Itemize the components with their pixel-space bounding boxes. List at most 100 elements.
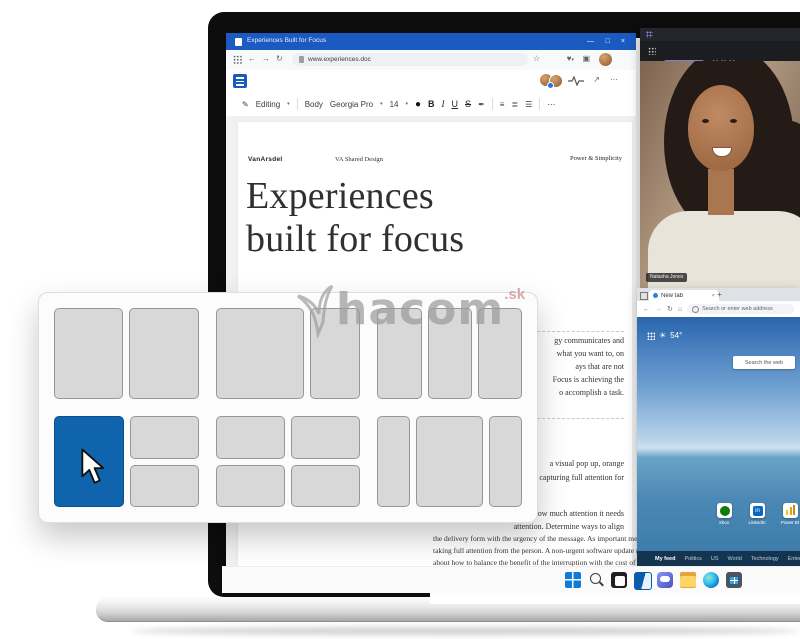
nav-entertainment[interactable]: Entertainment: [788, 556, 800, 562]
underline-button[interactable]: U: [452, 99, 459, 109]
home-icon[interactable]: ⌂: [678, 306, 682, 313]
new-tab-button[interactable]: +: [717, 290, 722, 299]
extensions-icon[interactable]: ▣: [582, 54, 590, 64]
style-select[interactable]: Body: [305, 100, 323, 109]
tile-powerbi[interactable]: [783, 503, 798, 518]
italic-button[interactable]: I: [442, 99, 445, 109]
maximize-button[interactable]: □: [606, 37, 610, 46]
window-menu-icon[interactable]: [640, 292, 648, 300]
align-icon[interactable]: ☰: [525, 100, 532, 109]
font-select[interactable]: Georgia Pro: [330, 100, 373, 109]
snap-cell[interactable]: [130, 416, 198, 459]
snap-cell[interactable]: [54, 308, 123, 399]
nav-world[interactable]: World: [728, 556, 742, 562]
doc-text-line: taking full attention from the person. A…: [433, 546, 633, 555]
numbered-list-icon[interactable]: ≣: [511, 100, 518, 109]
participant-face: [688, 85, 754, 171]
weather-widget[interactable]: ☀ 54°: [647, 331, 682, 340]
nav-technology[interactable]: Technology: [751, 556, 779, 562]
snap-cell[interactable]: [310, 308, 360, 399]
edge-icon[interactable]: [703, 572, 719, 588]
snap-cell[interactable]: [478, 308, 522, 399]
snap-cell[interactable]: [489, 416, 522, 507]
nav-politics[interactable]: Politics: [684, 556, 701, 562]
snap-option-center-large[interactable]: [377, 416, 522, 507]
tile-linkedin[interactable]: in: [750, 503, 765, 518]
browser-essentials-icon[interactable]: ♥▾: [567, 54, 574, 65]
share-icon[interactable]: ↗: [593, 75, 600, 85]
apps-waffle-icon[interactable]: [233, 55, 242, 64]
snap-cell[interactable]: [377, 416, 410, 507]
tab-close-icon[interactable]: ×: [712, 293, 715, 299]
font-size-select[interactable]: 14: [390, 100, 399, 109]
store-icon[interactable]: [726, 572, 742, 588]
forward-icon[interactable]: →: [655, 306, 662, 313]
search-icon[interactable]: [590, 573, 601, 584]
snap-cell[interactable]: [130, 465, 198, 508]
word-tab-title[interactable]: Experiences Built for Focus: [247, 37, 326, 44]
document-heading-line2: built for focus: [246, 217, 464, 261]
back-icon[interactable]: ←: [248, 54, 256, 64]
word-titlebar[interactable]: Experiences Built for Focus — □ ×: [226, 33, 636, 50]
snap-cell[interactable]: [216, 416, 285, 459]
more-options-icon[interactable]: ⋯: [610, 75, 618, 85]
teams-chat-icon[interactable]: [657, 572, 673, 588]
close-button[interactable]: ×: [621, 37, 625, 46]
msn-newtab-page: ☀ 54° Search the web Xbox in LinkedIn Po…: [637, 317, 800, 551]
snap-cell[interactable]: [377, 308, 421, 399]
call-titlebar[interactable]: [640, 28, 800, 41]
refresh-icon[interactable]: ↻: [667, 305, 673, 313]
bullet-list-icon[interactable]: ≡: [500, 100, 505, 109]
snap-cell[interactable]: [291, 416, 360, 459]
word-app-icon[interactable]: [233, 74, 247, 88]
tile-xbox[interactable]: [717, 503, 732, 518]
tab-favicon: [653, 293, 658, 298]
back-icon[interactable]: ←: [643, 306, 650, 313]
snap-option-quadrants[interactable]: [216, 416, 361, 507]
snap-cell[interactable]: [291, 465, 360, 508]
forward-icon[interactable]: →: [262, 54, 270, 64]
ink-pen-icon[interactable]: ✒: [478, 100, 485, 109]
snap-option-wide-left[interactable]: [216, 308, 361, 399]
bold-button[interactable]: B: [428, 99, 435, 109]
nav-us[interactable]: US: [711, 556, 719, 562]
page-waffle-icon[interactable]: [647, 332, 655, 340]
nav-my-feed[interactable]: My feed: [655, 556, 675, 562]
snap-cell[interactable]: [216, 308, 305, 399]
favorites-star-icon[interactable]: ☆: [533, 54, 540, 64]
chevron-down-icon[interactable]: ▾: [405, 101, 408, 107]
font-color-swatch[interactable]: ●: [415, 99, 421, 110]
web-search-box[interactable]: Search the web: [733, 356, 795, 369]
profile-avatar[interactable]: [599, 53, 612, 66]
snap-cell[interactable]: [216, 465, 285, 508]
edge-active-tab[interactable]: New tab ×: [649, 290, 719, 301]
chevron-down-icon[interactable]: ▾: [287, 101, 290, 107]
edge-address-bar[interactable]: Search or enter web address: [687, 304, 794, 314]
file-explorer-icon[interactable]: [680, 572, 696, 588]
snap-cell[interactable]: [416, 416, 483, 507]
widgets-icon[interactable]: [634, 572, 652, 590]
edge-window: New tab × + ← → ↻ ⌂ Search or enter web …: [637, 288, 800, 566]
address-bar[interactable]: www.experiences.doc: [292, 53, 528, 66]
gallery-grid-icon[interactable]: [648, 47, 656, 55]
address-placeholder: Search or enter web address: [702, 306, 773, 312]
minimize-button[interactable]: —: [587, 37, 594, 46]
toolbar-more-icon[interactable]: ⋯: [547, 100, 555, 109]
snap-cell[interactable]: [428, 308, 472, 399]
editing-mode-button[interactable]: Editing: [256, 100, 280, 109]
strikethrough-button[interactable]: S: [465, 99, 471, 109]
snap-option-two-halves[interactable]: [54, 308, 199, 399]
refresh-icon[interactable]: ↻: [276, 54, 283, 64]
chevron-down-icon[interactable]: ▾: [380, 101, 383, 107]
snap-option-three-columns[interactable]: [377, 308, 522, 399]
address-url[interactable]: www.experiences.doc: [308, 56, 371, 63]
call-menu-icon[interactable]: [646, 31, 653, 38]
pencil-icon: ✎: [242, 100, 249, 109]
start-icon[interactable]: [565, 572, 581, 588]
snap-option-half-plus-stack[interactable]: [54, 416, 199, 507]
snap-cell[interactable]: [129, 308, 198, 399]
xbox-icon: [720, 506, 730, 516]
tab-label[interactable]: New tab: [661, 293, 709, 299]
task-view-icon[interactable]: [611, 572, 627, 588]
activity-pulse-icon[interactable]: [568, 76, 584, 86]
